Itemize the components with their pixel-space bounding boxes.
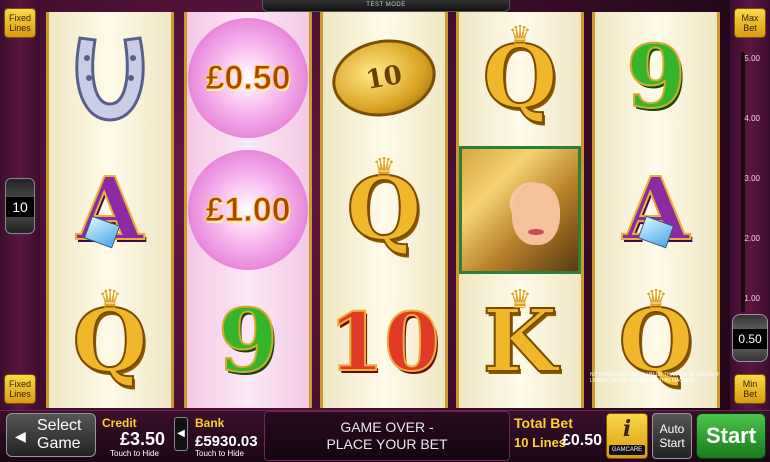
max-prize-notice: NO PRIZE GREATER IN VALUE THAN £10.00 (£…	[590, 372, 721, 384]
reel-1-symbol-q: ♛ Q	[49, 276, 171, 408]
bet-scale-tick: 3.00	[744, 174, 760, 183]
reel-1-symbol-a: A	[49, 144, 171, 276]
info-button[interactable]: i GAMCARE	[606, 413, 648, 459]
game-message: GAME OVER - PLACE YOUR BET	[264, 411, 510, 461]
message-line-2: PLACE YOUR BET	[326, 436, 448, 452]
auto-start-label-1: Auto	[659, 422, 685, 436]
nine-symbol: 9	[625, 27, 687, 128]
reel-2-prize-orb-1: £0.50	[187, 12, 309, 144]
crown-icon: ♛	[644, 284, 668, 314]
ten-symbol: 10	[327, 295, 440, 389]
reel-3: 10 ♛ Q 10	[320, 12, 448, 408]
fixed-lines-top-label-1: Fixed	[8, 13, 31, 23]
credit-value[interactable]: £3.50	[120, 429, 165, 450]
bet-scale-tick: 4.00	[744, 114, 760, 123]
fixed-lines-bottom-button[interactable]: Fixed Lines	[4, 374, 36, 404]
back-arrow-icon: ◀	[15, 428, 26, 444]
start-button[interactable]: Start	[696, 413, 766, 459]
select-game-label-2: Game	[37, 435, 81, 452]
right-side-panel: Max Bet 5.00 4.00 3.00 2.00 1.00 0.50 Mi…	[730, 0, 770, 410]
max-bet-label-1: Max	[741, 13, 759, 23]
bank-value[interactable]: £5930.03	[195, 433, 258, 450]
crown-icon: ♛	[508, 284, 532, 314]
fixed-lines-top-label-2: Lines	[9, 23, 31, 33]
reel-3-symbol-10: 10	[323, 276, 445, 408]
prize-orb: £1.00	[188, 150, 308, 270]
crown-icon: ♛	[98, 284, 122, 314]
total-bet-label: Total Bet	[514, 415, 573, 431]
reel-2-prize-orb-2: £1.00	[187, 144, 309, 276]
crown-icon: ♛	[508, 20, 532, 50]
game-stage: Fixed Lines 10 Fixed Lines Max Bet 5.00 …	[0, 0, 770, 462]
bottom-bar: ◀ Select Game Credit £3.50 Touch to Hide…	[0, 410, 770, 462]
lines-count: 10 Lines	[514, 435, 567, 450]
total-bet-value: £0.50	[562, 432, 603, 449]
reel-5-symbol-q: ♛ Q	[595, 276, 717, 408]
coin-number: 10	[363, 60, 405, 96]
transfer-arrow-button[interactable]: ◀	[174, 417, 188, 451]
bet-slider-knob[interactable]: 0.50	[732, 314, 768, 362]
reel-3-symbol-q: ♛ Q	[323, 144, 445, 276]
fixed-lines-top-button[interactable]: Fixed Lines	[4, 8, 36, 38]
select-game-label-1: Select	[37, 417, 82, 434]
lady-face	[512, 183, 560, 245]
reel-4-symbol-k: ♛ K	[459, 276, 581, 408]
prize-value: £0.50	[205, 58, 291, 97]
credit-touch-to-hide[interactable]: Touch to Hide	[110, 449, 159, 458]
auto-start-label-2: Start	[659, 436, 685, 450]
lucky-coin-icon: 10	[326, 31, 442, 125]
reel-5-symbol-9: 9	[595, 12, 717, 144]
reel-5-symbol-a: A	[595, 144, 717, 276]
lucky-lady-portrait	[459, 146, 581, 274]
min-bet-button[interactable]: Min Bet	[734, 374, 766, 404]
reel-5: 9 A ♛ Q	[592, 12, 720, 408]
reel-1-symbol-horseshoe	[49, 12, 171, 144]
min-bet-label-1: Min	[742, 379, 758, 389]
gamcare-logo: GAMCARE	[609, 445, 645, 455]
max-bet-button[interactable]: Max Bet	[734, 8, 766, 38]
lady-lips	[528, 229, 544, 235]
lines-value: 10	[6, 197, 34, 217]
reel-1: A ♛ Q	[46, 12, 174, 408]
bet-scale-tick: 5.00	[744, 54, 760, 63]
bet-scale-tick: 2.00	[744, 234, 760, 243]
bet-value: 0.50	[733, 329, 767, 349]
reel-4-symbol-lady	[459, 144, 581, 276]
reel-4: ♛ Q ♛ K	[456, 12, 584, 408]
message-line-1: GAME OVER -	[340, 419, 434, 435]
prize-orb: £0.50	[188, 18, 308, 138]
bet-scale[interactable]: 5.00 4.00 3.00 2.00 1.00	[736, 52, 762, 312]
reel-4-symbol-q: ♛ Q	[459, 12, 581, 144]
bank-touch-to-hide[interactable]: Touch to Hide	[195, 449, 244, 458]
lines-indicator: 10	[5, 178, 35, 234]
bank-label: Bank	[195, 416, 225, 430]
max-bet-label-2: Bet	[743, 23, 757, 33]
crown-icon: ♛	[372, 152, 396, 182]
nine-symbol: 9	[217, 291, 279, 392]
credit-label: Credit	[102, 416, 137, 430]
bet-scale-tick: 1.00	[744, 294, 760, 303]
reel-3-symbol-coin: 10	[323, 12, 445, 144]
horseshoe-icon	[75, 36, 145, 122]
left-side-panel: Fixed Lines 10 Fixed Lines	[0, 0, 40, 410]
reel-2: £0.50 £1.00 9	[184, 12, 312, 408]
prize-value: £1.00	[205, 190, 291, 229]
min-bet-label-2: Bet	[743, 389, 757, 399]
fixed-lines-bottom-label-2: Lines	[9, 389, 31, 399]
test-mode-banner: TEST MODE	[262, 0, 510, 12]
auto-start-button[interactable]: Auto Start	[652, 413, 692, 459]
select-game-button[interactable]: ◀ Select Game	[6, 413, 96, 457]
fixed-lines-bottom-label-1: Fixed	[8, 379, 31, 389]
info-icon: i	[622, 416, 632, 442]
reel-2-symbol-9: 9	[187, 276, 309, 408]
